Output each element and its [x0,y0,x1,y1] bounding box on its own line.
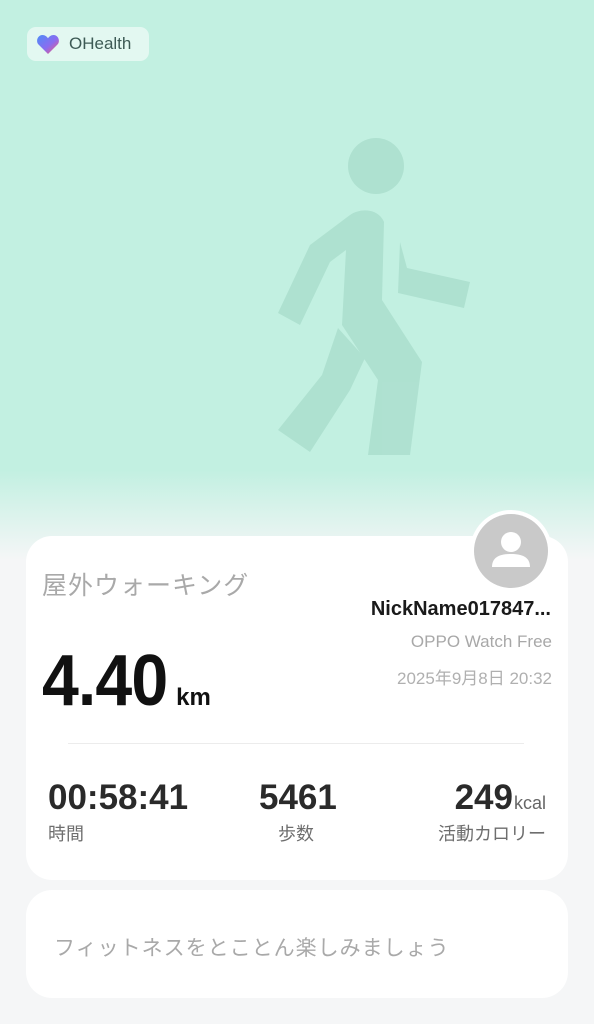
divider [68,743,524,744]
avatar[interactable] [474,514,548,588]
activity-title: 屋外ウォーキング [42,571,250,600]
app-badge: OHealth [27,27,149,61]
calories-unit: kcal [513,793,546,813]
workout-datetime: 2025年9月8日 20:32 [397,669,552,688]
calories-readout: 249kcal [455,778,546,818]
duration-label: 時間 [48,824,84,845]
calories-label: 活動カロリー [438,824,546,845]
walking-person-icon [278,138,470,455]
user-nickname: NickName017847... [370,598,551,620]
steps-value: 5461 [259,778,337,817]
duration-value: 00:58:41 [48,778,189,817]
distance-unit: km [176,684,211,711]
heart-icon [35,31,61,57]
distance-readout: 4.40 km [42,640,211,722]
app-name: OHealth [69,34,132,53]
steps-label: 歩数 [278,824,314,845]
distance-value: 4.40 [42,641,168,721]
user-icon [492,532,530,567]
calories-value: 249 [454,778,513,817]
device-name: OPPO Watch Free [410,632,552,651]
motto-text: フィットネスをとことん楽しみましょう [54,936,450,960]
